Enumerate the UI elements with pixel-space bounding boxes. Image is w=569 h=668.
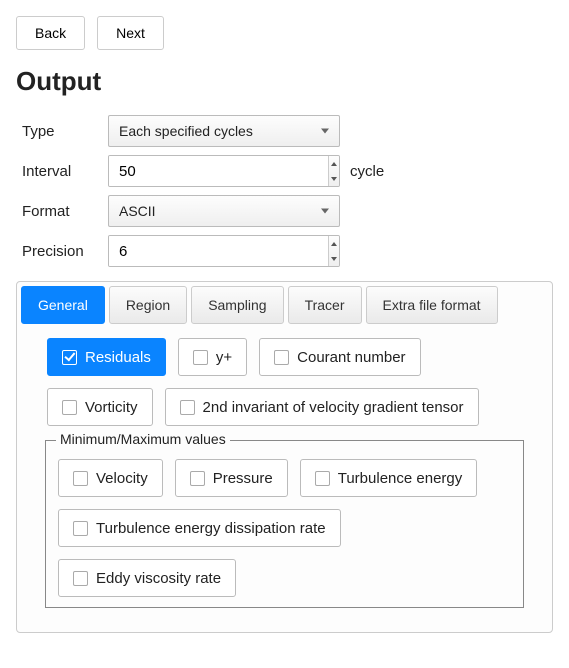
- chevron-down-icon: [321, 129, 329, 134]
- minmax-legend: Minimum/Maximum values: [56, 431, 230, 447]
- checkbox-icon: [62, 400, 77, 415]
- check-velocity[interactable]: Velocity: [58, 459, 163, 497]
- type-dropdown-value: Each specified cycles: [119, 123, 253, 139]
- check-eddy-viscosity[interactable]: Eddy viscosity rate: [58, 559, 236, 597]
- precision-input[interactable]: [109, 236, 328, 266]
- check-residuals-label: Residuals: [85, 349, 151, 366]
- tab-row: General Region Sampling Tracer Extra fil…: [21, 286, 548, 324]
- check-pressure[interactable]: Pressure: [175, 459, 288, 497]
- checkbox-icon: [180, 400, 195, 415]
- type-dropdown[interactable]: Each specified cycles: [108, 115, 340, 147]
- tab-tracer[interactable]: Tracer: [288, 286, 362, 324]
- page-title: Output: [16, 66, 553, 97]
- checkbox-icon: [274, 350, 289, 365]
- check-turbulence-dissipation-label: Turbulence energy dissipation rate: [96, 520, 326, 537]
- interval-unit: cycle: [350, 163, 384, 180]
- interval-label: Interval: [22, 163, 108, 180]
- interval-step-up[interactable]: [329, 156, 339, 171]
- check-yplus-label: y+: [216, 349, 232, 366]
- checkbox-icon: [193, 350, 208, 365]
- precision-step-up[interactable]: [329, 236, 339, 251]
- check-second-invariant[interactable]: 2nd invariant of velocity gradient tenso…: [165, 388, 479, 426]
- check-velocity-label: Velocity: [96, 470, 148, 487]
- checkbox-icon: [315, 471, 330, 486]
- back-button[interactable]: Back: [16, 16, 85, 50]
- checkbox-icon: [73, 571, 88, 586]
- check-eddy-viscosity-label: Eddy viscosity rate: [96, 570, 221, 587]
- precision-spinbox: [108, 235, 340, 267]
- tab-extra-file-format[interactable]: Extra file format: [366, 286, 498, 324]
- checkbox-icon: [190, 471, 205, 486]
- check-vorticity-label: Vorticity: [85, 399, 138, 416]
- check-vorticity[interactable]: Vorticity: [47, 388, 153, 426]
- check-residuals[interactable]: Residuals: [47, 338, 166, 376]
- output-form: Type Each specified cycles Interval cycl…: [22, 115, 553, 267]
- tab-general[interactable]: General: [21, 286, 105, 324]
- check-yplus[interactable]: y+: [178, 338, 247, 376]
- type-label: Type: [22, 123, 108, 140]
- checkbox-icon: [73, 471, 88, 486]
- precision-step-down[interactable]: [329, 251, 339, 266]
- tab-region[interactable]: Region: [109, 286, 187, 324]
- interval-step-down[interactable]: [329, 171, 339, 186]
- format-dropdown-value: ASCII: [119, 203, 156, 219]
- interval-spinbox: [108, 155, 340, 187]
- check-courant[interactable]: Courant number: [259, 338, 420, 376]
- precision-label: Precision: [22, 243, 108, 260]
- check-second-invariant-label: 2nd invariant of velocity gradient tenso…: [203, 399, 464, 416]
- next-button[interactable]: Next: [97, 16, 164, 50]
- format-label: Format: [22, 203, 108, 220]
- tab-sampling[interactable]: Sampling: [191, 286, 283, 324]
- check-turbulence-dissipation[interactable]: Turbulence energy dissipation rate: [58, 509, 341, 547]
- interval-input[interactable]: [109, 156, 328, 186]
- format-dropdown[interactable]: ASCII: [108, 195, 340, 227]
- checkbox-icon: [73, 521, 88, 536]
- check-turbulence-energy-label: Turbulence energy: [338, 470, 463, 487]
- check-turbulence-energy[interactable]: Turbulence energy: [300, 459, 478, 497]
- check-courant-label: Courant number: [297, 349, 405, 366]
- nav-row: Back Next: [16, 16, 553, 50]
- chevron-down-icon: [321, 209, 329, 214]
- output-tab-panel: General Region Sampling Tracer Extra fil…: [16, 281, 553, 633]
- minmax-fieldset: Minimum/Maximum values Velocity Pressure…: [45, 440, 524, 608]
- checkbox-icon: [62, 350, 77, 365]
- check-pressure-label: Pressure: [213, 470, 273, 487]
